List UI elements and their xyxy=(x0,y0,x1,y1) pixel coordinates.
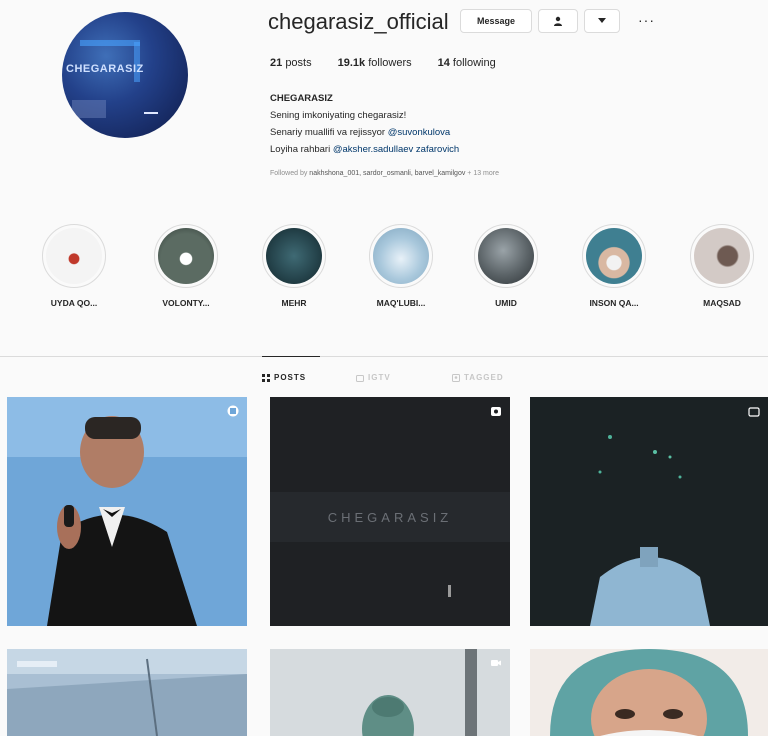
following-count[interactable]: 14 following xyxy=(438,57,496,69)
post-image xyxy=(7,397,247,626)
post-image xyxy=(7,649,247,736)
story-highlight[interactable]: MAQSAD xyxy=(677,224,767,308)
post-thumbnail[interactable] xyxy=(530,649,768,736)
highlight-cover xyxy=(586,228,642,284)
tab-posts[interactable]: POSTS xyxy=(262,373,306,382)
post-thumbnail[interactable] xyxy=(530,397,768,626)
highlight-cover xyxy=(478,228,534,284)
post-caption-text: CHEGARASIZ xyxy=(328,510,453,525)
highlight-label: INSON QA... xyxy=(589,298,639,308)
mention-link[interactable]: @aksher.sadullaev zafarovich xyxy=(333,144,459,155)
story-highlight[interactable]: UMID xyxy=(461,224,551,308)
avatar-graphic xyxy=(134,42,140,82)
highlight-cover xyxy=(373,228,429,284)
highlight-label: MAQ'LUBI... xyxy=(376,298,426,308)
tab-igtv[interactable]: IGTV xyxy=(356,373,391,382)
post-thumbnail[interactable]: CHEGARASIZ xyxy=(270,397,510,626)
posts-count[interactable]: 21 posts xyxy=(270,57,312,69)
story-highlight[interactable]: MAQ'LUBI... xyxy=(356,224,446,308)
bio-line: Loyiha rahbari @aksher.sadullaev zafarov… xyxy=(270,144,460,155)
post-image xyxy=(530,397,768,626)
story-highlight[interactable]: INSON QA... xyxy=(569,224,659,308)
multiple-posts-icon xyxy=(227,405,239,417)
story-highlight[interactable]: VOLONTY... xyxy=(141,224,231,308)
profile-avatar[interactable]: UYDA QO... CHEGARASIZ xyxy=(62,12,188,138)
profile-stats: 21 posts 19.1k followers 14 following xyxy=(270,57,496,69)
highlight-label: MEHR xyxy=(281,298,307,308)
post-image xyxy=(270,649,510,736)
post-image: CHEGARASIZ xyxy=(270,397,510,626)
video-icon xyxy=(491,407,501,416)
highlight-label: UMID xyxy=(495,298,517,308)
active-tab-indicator xyxy=(262,356,320,357)
followed-by[interactable]: Followed by nakhshona_001, sardor_osmanl… xyxy=(270,170,499,177)
profile-bio: CHEGARASIZ Sening imkoniyating chegarasi… xyxy=(270,90,459,158)
bio-line: Senariy muallifi va rejissyor @suvonkulo… xyxy=(270,127,451,138)
more-options-icon[interactable]: ··· xyxy=(638,12,655,28)
follow-button[interactable] xyxy=(538,9,578,33)
person-icon xyxy=(554,16,562,26)
igtv-icon xyxy=(356,374,364,382)
grid-icon xyxy=(262,373,270,382)
bio-name: CHEGARASIZ xyxy=(270,93,333,104)
highlight-label: UYDA QO... xyxy=(50,298,98,308)
mention-link[interactable]: @suvonkulova xyxy=(388,127,450,138)
suggested-dropdown-button[interactable] xyxy=(584,9,620,33)
tagged-icon xyxy=(452,373,460,382)
avatar-graphic xyxy=(72,100,106,118)
highlight-cover xyxy=(46,228,102,284)
bio-line: Sening imkoniyating chegarasiz! xyxy=(270,110,407,121)
post-thumbnail[interactable] xyxy=(7,397,247,626)
post-thumbnail[interactable] xyxy=(7,649,247,736)
highlight-cover xyxy=(694,228,750,284)
message-button[interactable]: Message xyxy=(460,9,532,33)
highlight-cover xyxy=(266,228,322,284)
avatar-graphic xyxy=(144,112,158,114)
tab-tagged[interactable]: TAGGED xyxy=(452,373,504,382)
chevron-down-icon xyxy=(598,18,606,23)
post-thumbnail[interactable] xyxy=(270,649,510,736)
highlight-cover xyxy=(158,228,214,284)
story-highlight[interactable]: UYDA QO... xyxy=(29,224,119,308)
post-image xyxy=(530,649,768,736)
tabs-divider xyxy=(0,356,768,357)
highlight-label: MAQSAD xyxy=(703,298,741,308)
profile-username: chegarasiz_official xyxy=(268,9,449,34)
followers-count[interactable]: 19.1k followers xyxy=(338,57,412,69)
avatar-brand-text: CHEGARASIZ xyxy=(66,63,144,75)
igtv-icon xyxy=(748,407,760,417)
highlight-label: VOLONTY... xyxy=(162,298,210,308)
video-icon xyxy=(491,660,501,666)
avatar-graphic xyxy=(80,40,140,46)
story-highlight[interactable]: MEHR xyxy=(249,224,339,308)
